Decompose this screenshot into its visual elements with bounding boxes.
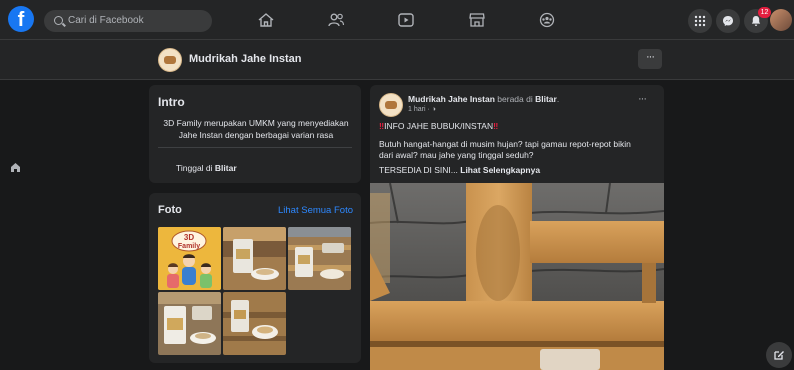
globe-icon: ◑ xyxy=(431,106,436,113)
product-photo xyxy=(288,227,351,290)
post-more-button[interactable]: ··· xyxy=(638,93,647,105)
search-input[interactable]: Cari di Facebook xyxy=(44,10,212,32)
compose-icon xyxy=(774,351,784,360)
photo-thumbnail[interactable] xyxy=(223,227,286,290)
post-heading-line: ‼INFO JAHE BUBUK/INSTAN‼ xyxy=(379,121,657,132)
page-more-button[interactable]: ··· xyxy=(638,49,662,69)
post-timestamp[interactable]: 1 hari · ◑ xyxy=(408,106,436,113)
lives-in-text: Tinggal di Blitar xyxy=(176,163,237,173)
new-message-button[interactable] xyxy=(766,342,792,368)
messenger-icon[interactable] xyxy=(716,9,740,33)
logo-text-family: Family xyxy=(178,243,200,250)
lives-prefix: Tinggal di xyxy=(176,163,215,173)
wooden-bench-photo xyxy=(370,183,664,370)
page-header-bar xyxy=(0,40,794,80)
photos-title: Foto xyxy=(158,204,182,216)
post-body-line-2: dari awal? mau jahe yang tinggal seduh? xyxy=(379,150,534,160)
post-body-line-1: Butuh hangat-hangat di musim hujan? tapi… xyxy=(379,139,631,149)
search-placeholder: Cari di Facebook xyxy=(68,15,144,26)
search-icon xyxy=(54,16,63,25)
post-image[interactable] xyxy=(370,183,664,370)
profile-avatar[interactable] xyxy=(770,9,792,31)
post-body-tail: TERSEDIA DI SINI... xyxy=(379,165,461,175)
double-exclamation-icon: ‼ xyxy=(493,121,499,131)
family-logo-illustration: 3D Family xyxy=(158,227,221,290)
post-location-prefix: berada di xyxy=(494,94,536,104)
post-location-link[interactable]: Blitar xyxy=(535,94,557,104)
photo-thumbnail[interactable]: 3D Family xyxy=(158,227,221,290)
page-name[interactable]: Mudrikah Jahe Instan xyxy=(189,53,301,65)
friends-icon[interactable] xyxy=(327,12,345,28)
product-photo xyxy=(223,227,286,290)
intro-divider xyxy=(158,147,352,148)
product-photo xyxy=(158,292,221,355)
watch-icon[interactable] xyxy=(397,12,415,28)
post-location-suffix: . xyxy=(556,94,560,104)
notification-badge: 12 xyxy=(758,7,771,18)
see-all-photos-link[interactable]: Lihat Semua Foto xyxy=(278,205,353,216)
facebook-logo[interactable]: f xyxy=(8,6,34,32)
post-heading: INFO JAHE BUBUK/INSTAN xyxy=(384,121,494,131)
post-time: 1 hari · xyxy=(408,106,432,113)
home-icon[interactable] xyxy=(257,12,275,28)
marketplace-icon[interactable] xyxy=(468,12,486,28)
post-header: Mudrikah Jahe Instan berada di Blitar. xyxy=(408,94,559,104)
product-photo xyxy=(223,292,286,355)
see-more-link[interactable]: Lihat Selengkapnya xyxy=(460,165,540,175)
intro-title: Intro xyxy=(158,95,185,109)
menu-grid-icon[interactable] xyxy=(688,9,712,33)
logo-text-3d: 3D xyxy=(184,233,194,242)
lives-place-link[interactable]: Blitar xyxy=(215,163,237,173)
page-avatar[interactable] xyxy=(158,48,182,72)
post-author-name[interactable]: Mudrikah Jahe Instan xyxy=(408,94,495,104)
photo-thumbnail[interactable] xyxy=(158,292,221,355)
photo-thumbnail[interactable] xyxy=(288,227,351,290)
intro-description: 3D Family merupakan UMKM yang menyediaka… xyxy=(163,118,349,140)
photo-thumbnail[interactable] xyxy=(223,292,286,355)
house-icon xyxy=(10,160,21,178)
post-body-line-3: TERSEDIA DI SINI... Lihat Selengkapnya xyxy=(379,165,657,176)
groups-icon[interactable] xyxy=(538,12,556,28)
top-navigation-bar: f Cari di Facebook 12 xyxy=(0,0,794,40)
post-author-avatar[interactable] xyxy=(379,93,403,117)
